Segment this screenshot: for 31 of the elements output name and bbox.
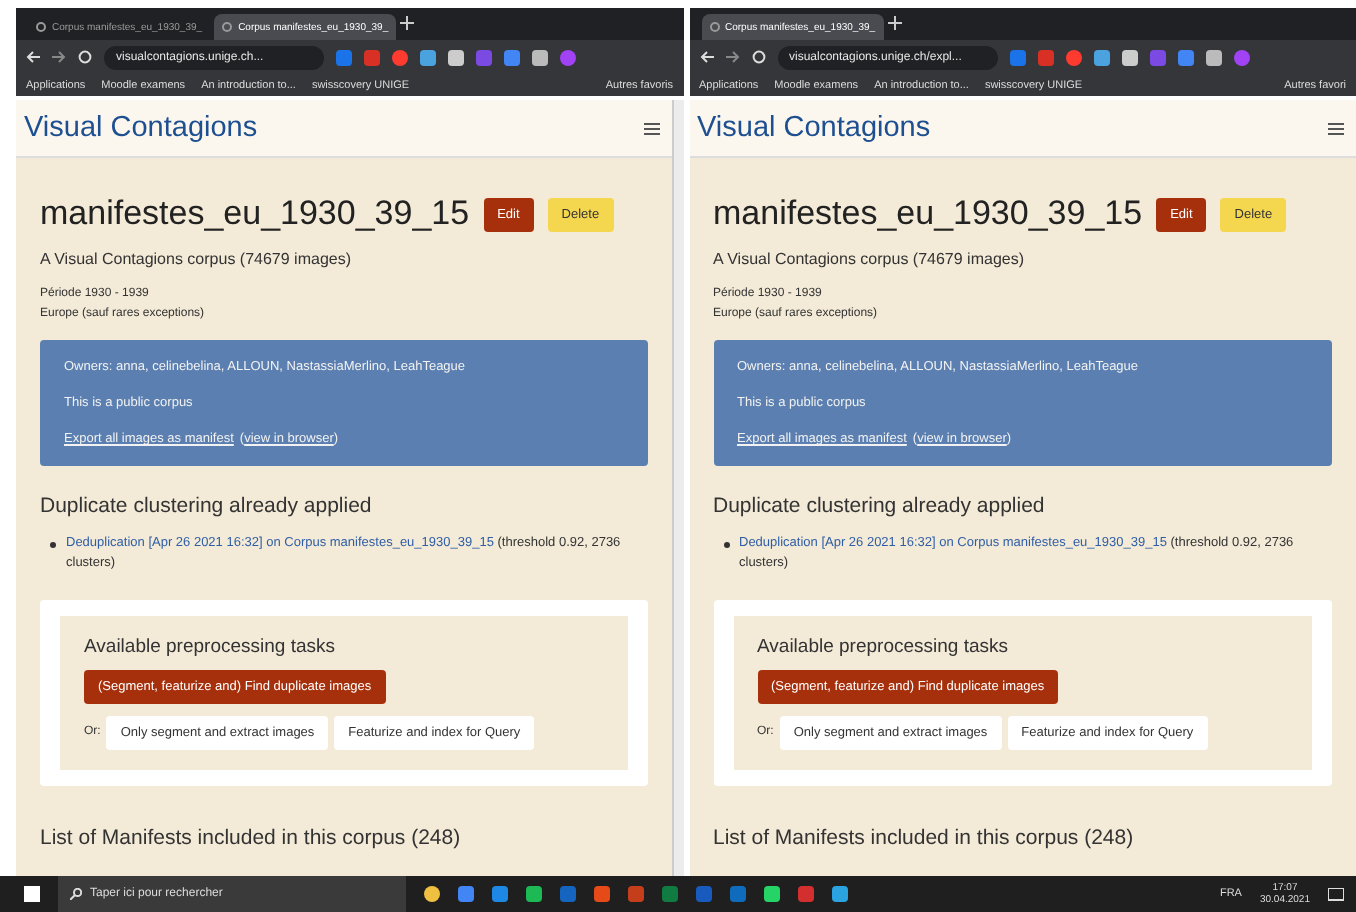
section-heading: Duplicate clustering already applied <box>713 494 1047 518</box>
section-heading: List of Manifests included in this corpus (248) <box>713 825 1136 850</box>
notification-icon[interactable] <box>1328 887 1344 901</box>
bullet-icon <box>50 542 56 548</box>
new-tab-icon[interactable] <box>887 14 902 34</box>
back-icon[interactable] <box>699 50 713 64</box>
corpus-title: manifestes_eu_1930_39_15 <box>40 194 470 234</box>
avatar-icon[interactable] <box>560 49 576 65</box>
tasks-heading: Available preprocessing tasks <box>757 635 1009 658</box>
menu-icon[interactable] <box>643 121 659 135</box>
app-icon[interactable] <box>424 886 440 902</box>
bullet-icon <box>723 542 729 548</box>
forward-icon[interactable] <box>52 50 66 64</box>
avatar-icon[interactable] <box>1233 49 1249 65</box>
reload-icon[interactable] <box>78 50 92 64</box>
site-brand[interactable]: Visual Contagions <box>697 112 931 144</box>
reload-icon[interactable] <box>751 50 765 64</box>
search-icon <box>70 888 82 900</box>
new-tab-icon[interactable] <box>400 14 415 34</box>
forward-icon[interactable] <box>725 50 739 64</box>
scrollbar[interactable] <box>671 100 683 876</box>
tasks-heading: Available preprocessing tasks <box>84 635 336 658</box>
corpus-subtitle: A Visual Contagions corpus (74679 images) <box>40 250 353 268</box>
app-icon[interactable] <box>764 886 780 902</box>
corpus-title: manifestes_eu_1930_39_15 <box>713 194 1143 234</box>
menu-icon[interactable] <box>1328 121 1344 135</box>
site-brand[interactable]: Visual Contagions <box>24 112 258 144</box>
corpus-subtitle: A Visual Contagions corpus (74679 images) <box>713 250 1026 268</box>
back-icon[interactable] <box>26 50 40 64</box>
section-heading: List of Manifests included in this corpus (248) <box>40 825 463 850</box>
section-heading: Duplicate clustering already applied <box>40 494 374 518</box>
